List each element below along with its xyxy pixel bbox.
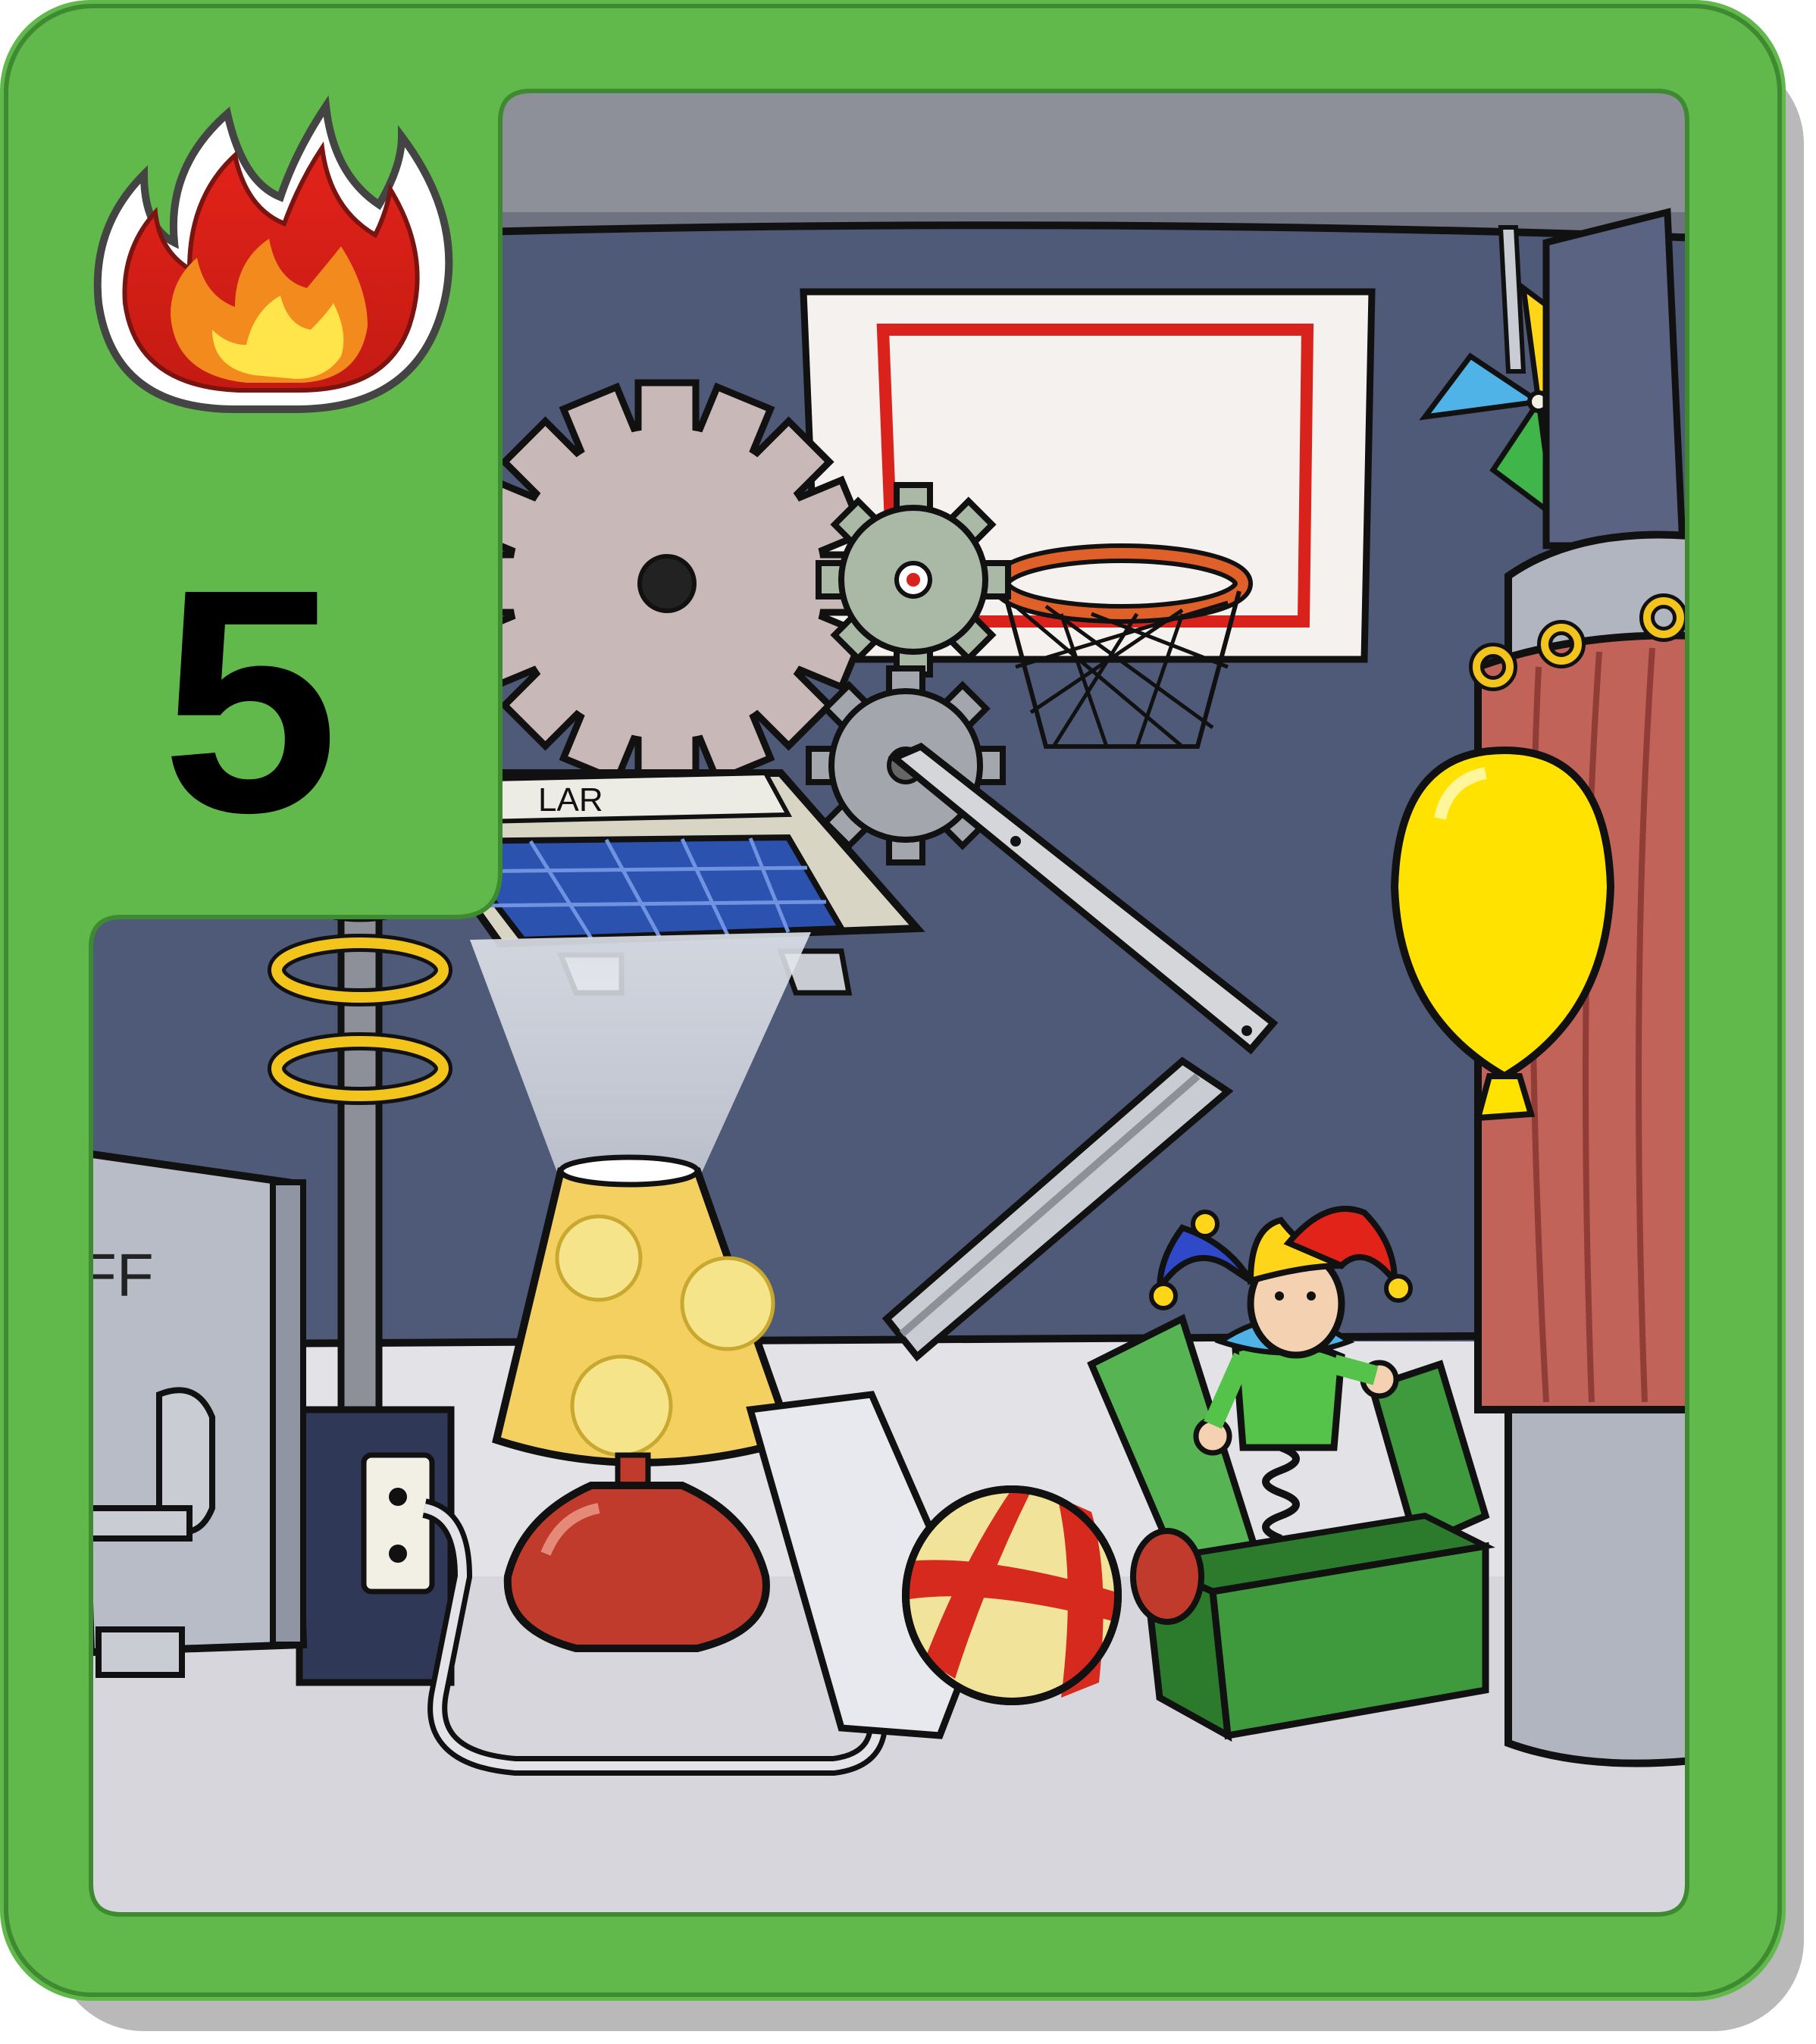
switch-box: FF — [91, 1147, 308, 1678]
game-card[interactable]: LAR FF 5 — [0, 0, 1816, 2044]
solar-panel-label: LAR — [538, 781, 603, 819]
curtain-stand — [1469, 531, 1687, 1767]
power-number: 5 — [161, 524, 339, 879]
beach-ball — [902, 1485, 1122, 1705]
large-gear — [462, 379, 872, 788]
green-gear — [816, 482, 1011, 678]
